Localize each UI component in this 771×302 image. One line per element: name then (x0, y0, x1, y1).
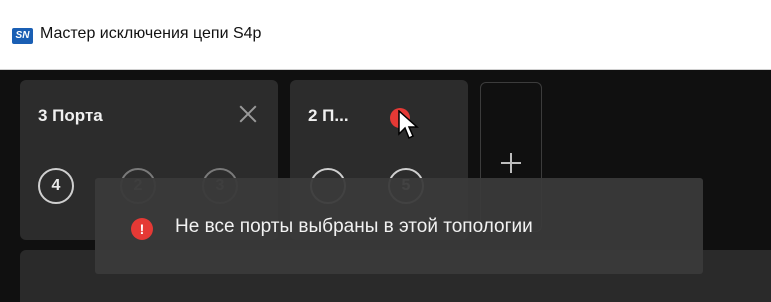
tooltip-text: Не все порты выбраны в этой топологии (175, 216, 533, 237)
topology-tab-title: 3 Порта (38, 106, 103, 125)
topology-tab-title: 2 П... (308, 106, 349, 125)
error-icon: ! (131, 218, 153, 240)
app-logo-icon: SN (12, 28, 33, 44)
plus-icon (510, 153, 512, 173)
wizard-content: 3 Порта 4 2 3 2 П... ! 5 ! Не все порты … (0, 70, 771, 302)
error-tooltip: ! Не все порты выбраны в этой топологии (95, 178, 703, 274)
window-title: Мастер исключения цепи S4p (40, 25, 262, 42)
close-tab-button[interactable] (234, 100, 262, 128)
window-title-bar: SN Мастер исключения цепи S4p (0, 0, 771, 70)
port-circle[interactable]: 4 (38, 168, 74, 204)
mouse-cursor-icon (398, 110, 419, 140)
